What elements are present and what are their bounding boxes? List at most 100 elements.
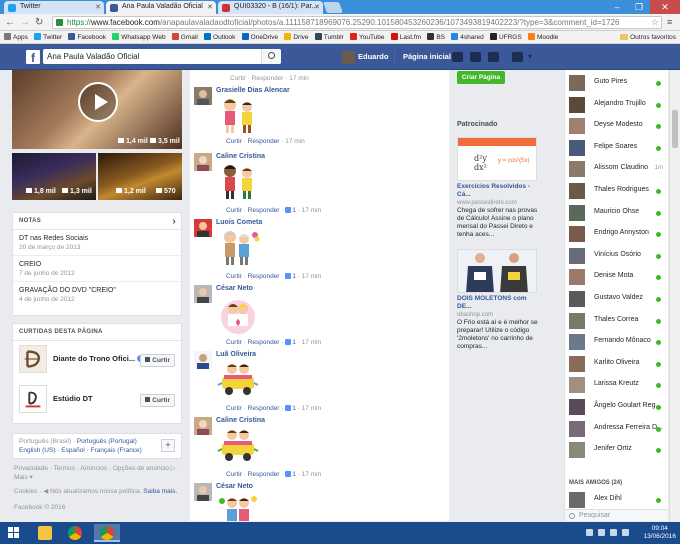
tray-arrow-icon[interactable] [586,529,593,536]
bookmark-youtube[interactable]: YouTube [349,31,385,43]
comment-author[interactable]: César Neto [216,285,253,292]
language-link[interactable]: Español [61,447,85,454]
bookmark-lastfm[interactable]: Last.fm [390,31,421,43]
chat-friend[interactable]: Guto Pires [569,73,667,94]
chat-friend[interactable]: Alissom Claudino 1m [569,159,667,180]
ad-image[interactable]: d²y dx² y = cos²(5x) [457,137,537,181]
ad-title[interactable]: Exercícios Resolvidos - Cá... [457,183,539,199]
reload-button[interactable]: ↻ [35,16,43,29]
notifications-icon[interactable] [488,52,499,62]
chat-search-input[interactable]: Pesquisar [564,509,668,521]
liked-page-name[interactable]: Diante do Trono Ofici... [53,354,145,363]
bookmark-ufrgs[interactable]: UFRGS [489,31,522,43]
reply-link[interactable]: Responder [248,471,280,478]
like-page-button[interactable]: Curtir [140,394,175,407]
comment-like-count[interactable]: 1 [285,405,296,412]
chat-friend[interactable]: Endrigo Annyston [569,224,667,245]
notes-header[interactable]: NOTAS › [13,213,181,230]
scrollbar-thumb[interactable] [672,110,678,148]
estudio-dt-logo[interactable] [19,385,47,413]
ad-item[interactable]: d²y dx² y = cos²(5x) Exercícios Resolvido… [457,137,539,239]
account-menu-icon[interactable]: ▾ [528,52,532,61]
reply-link[interactable]: Responder [248,339,280,346]
bookmark-tumblr[interactable]: Tumblr [314,31,344,43]
chat-friend[interactable]: Vinícius Osório [569,246,667,267]
chat-friend[interactable]: Thales Correa [569,311,667,332]
bookmark-bs[interactable]: BS [427,31,445,43]
maximize-button[interactable]: ❐ [628,0,650,14]
profile-link[interactable]: Eduardo [342,50,388,64]
tab-facebook[interactable]: Ana Paula Valadão Oficial ✕ [106,1,216,14]
network-icon[interactable] [598,529,605,536]
video-thumbnail[interactable]: 1,2 mil 570 [98,153,182,200]
reply-link[interactable]: Responder [248,273,280,280]
bookmark-facebook[interactable]: Facebook [68,31,106,43]
bookmark-star-icon[interactable]: ☆ [651,17,659,28]
bookmark-twitter[interactable]: Twitter [34,31,62,43]
bookmark-apps[interactable]: Apps [4,31,28,43]
facebook-logo-icon[interactable]: f [26,50,40,65]
language-link[interactable]: Français (France) [91,447,142,454]
clock[interactable]: 09:04 13/06/2016 [643,525,676,541]
comment-like-count[interactable]: 1 [285,273,296,280]
chat-friend[interactable]: Jenifer Ortiz [569,440,667,461]
ad-image[interactable] [457,249,537,293]
ad-item[interactable]: DOIS MOLETONS com DE... obashop.com O Fr… [457,249,539,351]
like-comment-link[interactable]: Curtir [226,273,242,280]
bookmark-other-folder[interactable]: Outros favoritos [620,31,676,43]
more-languages-button[interactable]: + [161,439,175,452]
page-scrollbar[interactable] [669,70,680,521]
bookmark-gmail[interactable]: Gmail [171,31,198,43]
bookmark-onedrive[interactable]: OneDrive [241,31,278,43]
like-comment-link[interactable]: Curtir [226,405,242,412]
close-tab-icon[interactable]: ✕ [95,3,101,11]
learn-more-link[interactable]: Saiba mais. [143,488,177,495]
minimize-button[interactable]: – [606,0,628,14]
bookmark-4shared[interactable]: 4shared [451,31,484,43]
chat-friend[interactable]: Fernando Mônaco [569,332,667,353]
avatar[interactable] [194,417,212,435]
play-icon[interactable] [78,82,118,122]
chat-friend[interactable]: Alejandro Trujillo [569,95,667,116]
avatar[interactable] [194,285,212,303]
bookmark-drive[interactable]: Drive [284,31,309,43]
chat-friend[interactable]: Felipe Soares [569,138,667,159]
comment-like-count[interactable]: 1 [285,207,296,214]
language-link[interactable]: Português (Portugal) [77,438,137,445]
chat-friend[interactable]: Andressa Ferreira D... [569,419,667,440]
note-item[interactable]: GRAVAÇÃO DO DVD "CREIO" 4 de junho de 20… [13,282,181,307]
liked-page-name[interactable]: Estúdio DT [53,394,93,403]
close-tab-icon[interactable]: ✕ [207,3,213,11]
facebook-search-button[interactable] [261,49,281,64]
chat-friend[interactable]: Deyse Modesto [569,116,667,137]
avatar[interactable] [194,351,212,369]
chrome-menu-icon[interactable]: ≡ [667,17,676,28]
tab-qui03320[interactable]: QUI03320 - B (16/1): Par... ✕ [218,1,323,14]
avatar[interactable] [194,153,212,171]
chat-friend[interactable]: Gustavo Valdez [569,289,667,310]
new-tab-button[interactable] [322,2,344,13]
chat-friend[interactable]: Thales Rodrigues [569,181,667,202]
diante-do-trono-logo[interactable] [19,345,47,373]
chat-friend[interactable]: Ângelo Goulart Reg... [569,397,667,418]
language-icon[interactable] [622,529,629,536]
home-link[interactable]: Página inicial [394,50,451,64]
taskbar-file-explorer[interactable] [32,524,58,542]
comment-author[interactable]: Grasielle Dias Alencar [216,87,290,94]
chat-friend[interactable]: Alex Dihl [569,490,667,511]
like-comment-link[interactable]: Curtir [226,207,242,214]
messages-icon[interactable] [470,52,481,62]
like-comment-link[interactable]: Curtir [226,471,242,478]
close-tab-icon[interactable]: ✕ [314,3,320,11]
chat-friend[interactable]: Denise Mota [569,267,667,288]
ad-title[interactable]: DOIS MOLETONS com DE... [457,295,539,311]
comment-author[interactable]: Luã Oliveira [216,351,256,358]
like-comment-link[interactable]: Curtir [226,138,242,145]
reply-link[interactable]: Responder [248,207,280,214]
video-thumbnail[interactable]: 1,8 mil 1,3 mil [12,153,96,200]
url-input[interactable]: https://www.facebook.com/anapaulavaladao… [52,16,662,29]
tab-twitter[interactable]: Twitter ✕ [4,1,104,14]
bookmark-whatsapp[interactable]: Whatsapp Web [112,31,166,43]
bookmark-moodle[interactable]: Moodle [527,31,558,43]
facebook-search-input[interactable]: Ana Paula Valadão Oficial [43,49,281,64]
